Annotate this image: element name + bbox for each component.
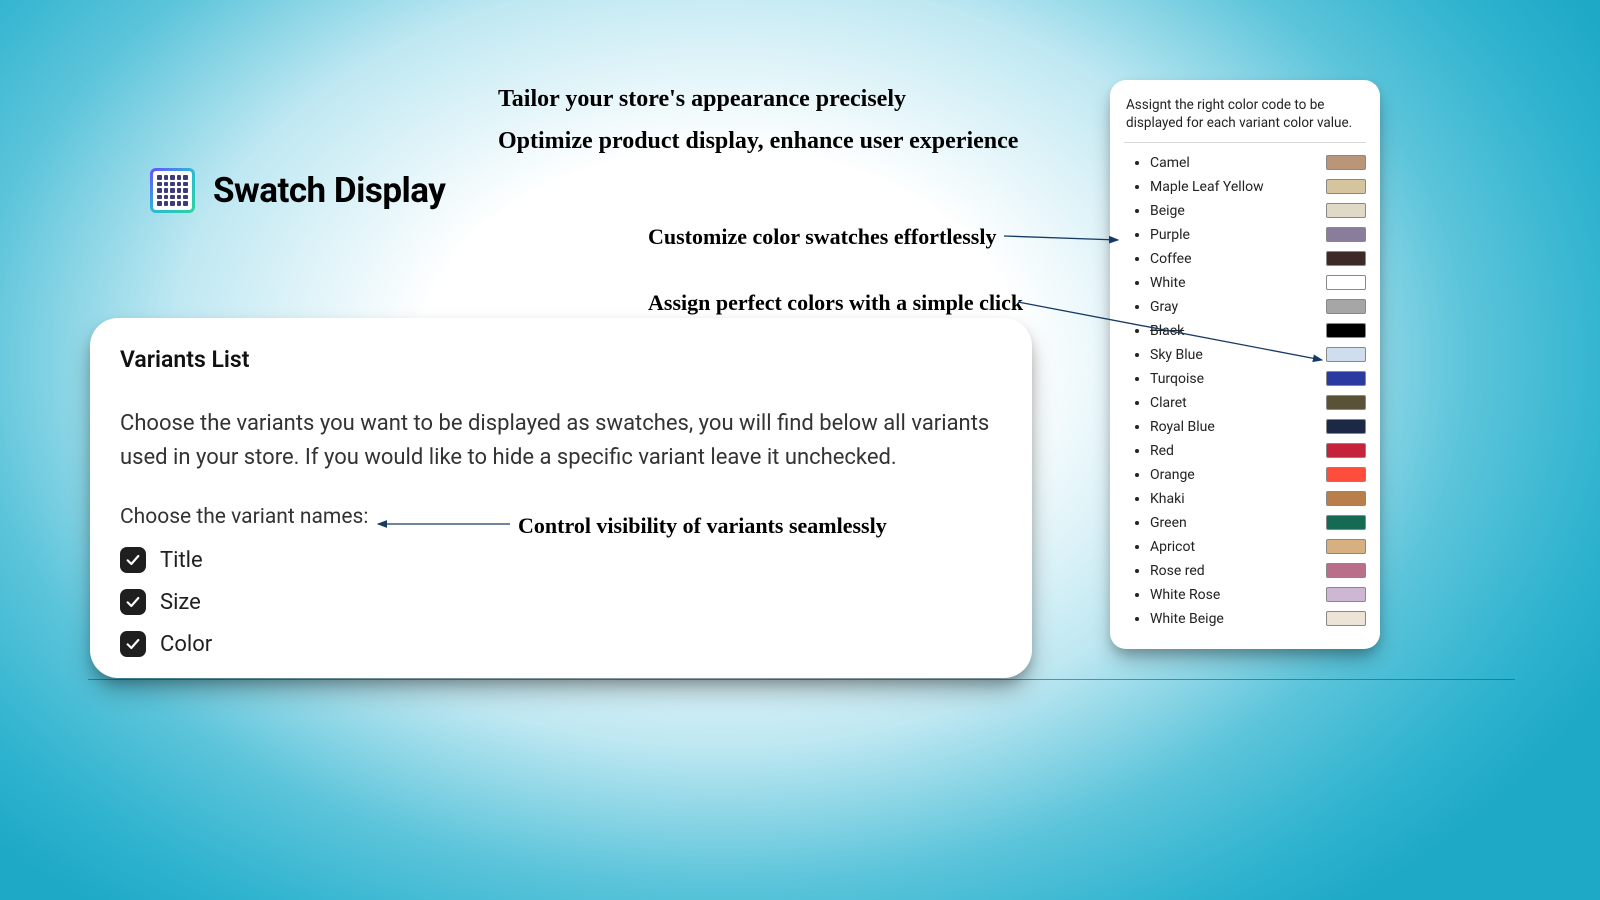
variants-title: Variants List <box>120 346 1002 373</box>
color-swatch[interactable] <box>1326 587 1366 602</box>
variant-option[interactable]: Color <box>120 631 1002 657</box>
headline-2: Optimize product display, enhance user e… <box>498 128 1018 155</box>
divider-line <box>88 679 1515 680</box>
color-name: Maple Leaf Yellow <box>1150 179 1264 195</box>
color-name: Turqoise <box>1150 371 1204 387</box>
color-swatch[interactable] <box>1326 371 1366 386</box>
color-name: White <box>1150 275 1186 291</box>
headline-1: Tailor your store's appearance precisely <box>498 86 906 113</box>
color-name: White Beige <box>1150 611 1224 627</box>
color-swatch[interactable] <box>1326 323 1366 338</box>
callout-assign: Assign perfect colors with a simple clic… <box>648 290 1023 316</box>
color-swatch[interactable] <box>1326 203 1366 218</box>
color-swatch[interactable] <box>1326 251 1366 266</box>
color-swatch[interactable] <box>1326 395 1366 410</box>
color-swatch[interactable] <box>1326 515 1366 530</box>
color-row[interactable]: Red <box>1150 439 1364 463</box>
checkbox[interactable] <box>120 631 146 657</box>
callout-customize: Customize color swatches effortlessly <box>648 224 996 250</box>
color-row[interactable]: Green <box>1150 511 1364 535</box>
color-swatch[interactable] <box>1326 227 1366 242</box>
variants-card: Variants List Choose the variants you wa… <box>90 318 1032 678</box>
variant-option-label: Title <box>160 548 203 573</box>
color-row[interactable]: White Beige <box>1150 607 1364 631</box>
colors-card: Assignt the right color code to be displ… <box>1110 80 1380 649</box>
color-row[interactable]: Camel <box>1150 151 1364 175</box>
color-name: White Rose <box>1150 587 1220 603</box>
color-name: Beige <box>1150 203 1185 219</box>
color-name: Gray <box>1150 299 1178 315</box>
color-row[interactable]: Rose red <box>1150 559 1364 583</box>
variant-option[interactable]: Size <box>120 589 1002 615</box>
color-swatch[interactable] <box>1326 611 1366 626</box>
color-swatch[interactable] <box>1326 443 1366 458</box>
color-name: Apricot <box>1150 539 1195 555</box>
color-row[interactable]: Claret <box>1150 391 1364 415</box>
color-swatch[interactable] <box>1326 491 1366 506</box>
color-name: Green <box>1150 515 1187 531</box>
colors-list: Camel Maple Leaf Yellow Beige Purple Coffee W… <box>1126 151 1364 631</box>
color-name: Purple <box>1150 227 1190 243</box>
color-row[interactable]: Beige <box>1150 199 1364 223</box>
color-name: Royal Blue <box>1150 419 1215 435</box>
color-name: Claret <box>1150 395 1187 411</box>
color-name: Sky Blue <box>1150 347 1203 363</box>
variant-option-label: Size <box>160 590 201 615</box>
color-swatch[interactable] <box>1326 467 1366 482</box>
color-name: Khaki <box>1150 491 1185 507</box>
color-name: Red <box>1150 443 1174 459</box>
color-name: Rose red <box>1150 563 1205 579</box>
variants-description: Choose the variants you want to be displ… <box>120 407 1002 475</box>
color-row[interactable]: Orange <box>1150 463 1364 487</box>
checkbox[interactable] <box>120 589 146 615</box>
color-swatch[interactable] <box>1326 299 1366 314</box>
variant-option[interactable]: Title <box>120 547 1002 573</box>
color-swatch[interactable] <box>1326 539 1366 554</box>
color-swatch[interactable] <box>1326 563 1366 578</box>
color-swatch[interactable] <box>1326 419 1366 434</box>
color-name: Orange <box>1150 467 1195 483</box>
variant-option-label: Color <box>160 632 212 657</box>
colors-header: Assignt the right color code to be displ… <box>1126 96 1364 132</box>
color-name: Camel <box>1150 155 1190 171</box>
color-row[interactable]: Gray <box>1150 295 1364 319</box>
color-row[interactable]: Black <box>1150 319 1364 343</box>
color-name: Coffee <box>1150 251 1192 267</box>
color-row[interactable]: Apricot <box>1150 535 1364 559</box>
brand-block: Swatch Display <box>150 168 445 213</box>
color-row[interactable]: Khaki <box>1150 487 1364 511</box>
color-name: Black <box>1150 323 1184 339</box>
color-swatch[interactable] <box>1326 155 1366 170</box>
color-row[interactable]: White Rose <box>1150 583 1364 607</box>
color-row[interactable]: Sky Blue <box>1150 343 1364 367</box>
checkbox[interactable] <box>120 547 146 573</box>
color-row[interactable]: Coffee <box>1150 247 1364 271</box>
brand-logo-icon <box>150 168 195 213</box>
color-row[interactable]: Purple <box>1150 223 1364 247</box>
color-row[interactable]: Maple Leaf Yellow <box>1150 175 1364 199</box>
colors-divider <box>1124 142 1366 143</box>
callout-visibility: Control visibility of variants seamlessl… <box>518 513 887 539</box>
color-row[interactable]: Royal Blue <box>1150 415 1364 439</box>
color-swatch[interactable] <box>1326 275 1366 290</box>
color-row[interactable]: White <box>1150 271 1364 295</box>
color-row[interactable]: Turqoise <box>1150 367 1364 391</box>
color-swatch[interactable] <box>1326 347 1366 362</box>
brand-title: Swatch Display <box>213 170 445 211</box>
color-swatch[interactable] <box>1326 179 1366 194</box>
